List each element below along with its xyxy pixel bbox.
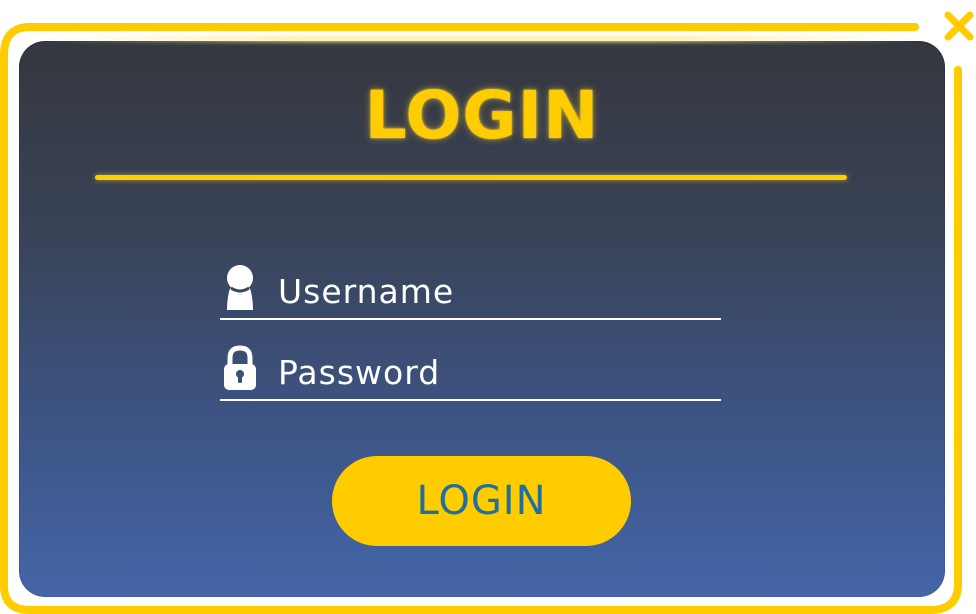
lock-icon — [222, 345, 258, 391]
login-button-label: LOGIN — [416, 478, 547, 524]
login-button[interactable]: LOGIN — [332, 456, 631, 546]
username-field[interactable]: Username — [220, 260, 721, 320]
password-placeholder: Password — [278, 353, 441, 392]
close-icon[interactable] — [942, 9, 976, 43]
dialog-title: LOGIN — [364, 77, 600, 154]
login-dialog: LOGIN Username Password LOGIN — [0, 0, 976, 614]
user-icon — [222, 264, 258, 310]
title-divider — [95, 175, 847, 180]
panel-glow — [40, 36, 920, 42]
username-placeholder: Username — [278, 272, 455, 311]
password-field[interactable]: Password — [220, 341, 721, 401]
